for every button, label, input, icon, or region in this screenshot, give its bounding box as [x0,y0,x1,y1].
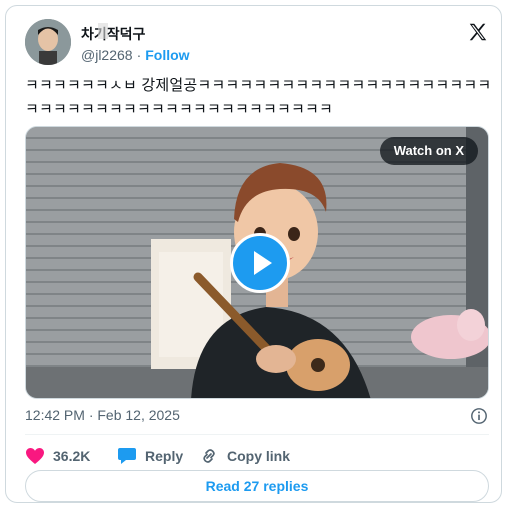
divider [25,434,489,435]
follow-button[interactable]: Follow [145,47,189,63]
avatar[interactable] [25,19,71,65]
author-handle[interactable]: @jl2268 [81,47,133,63]
author-handle-row: @jl2268 · Follow [81,47,190,63]
separator-dot: · [136,47,142,63]
tweet-timestamp[interactable]: 12:42 PM · Feb 12, 2025 [25,407,180,423]
reply-icon [118,448,136,464]
tweet-card: 차기작덕구 @jl2268 · Follow ㅋㅋㅋㅋㅋㅋㅅㅂ 강제얼공ㅋㅋㅋㅋㅋㅋ… [5,5,502,503]
like-button[interactable]: 36.2K [25,447,90,465]
info-icon[interactable] [470,407,488,425]
reply-button[interactable]: Reply [117,447,183,465]
reply-label: Reply [145,448,184,464]
like-count: 36.2K [53,448,91,464]
video-player[interactable]: Watch on X [25,126,489,399]
play-icon [254,251,272,275]
x-logo-icon[interactable] [467,21,489,43]
tweet-text: ㅋㅋㅋㅋㅋㅋㅅㅂ 강제얼공ㅋㅋㅋㅋㅋㅋㅋㅋㅋㅋㅋㅋㅋㅋㅋㅋㅋㅋㅋㅋㅋㅋㅋㅋㅋㅋㅋ… [25,77,492,118]
link-icon [203,449,215,463]
read-replies-button[interactable]: Read 27 replies [25,470,489,502]
copy-link-button[interactable]: Copy link [199,447,290,465]
play-button[interactable] [230,233,290,293]
heart-icon [26,448,44,464]
watch-on-x-button[interactable]: Watch on X [379,137,478,165]
author-display-name[interactable]: 차기작덕구 [81,24,145,44]
copy-link-label: Copy link [227,448,291,464]
name-highlight-mark [98,23,108,39]
